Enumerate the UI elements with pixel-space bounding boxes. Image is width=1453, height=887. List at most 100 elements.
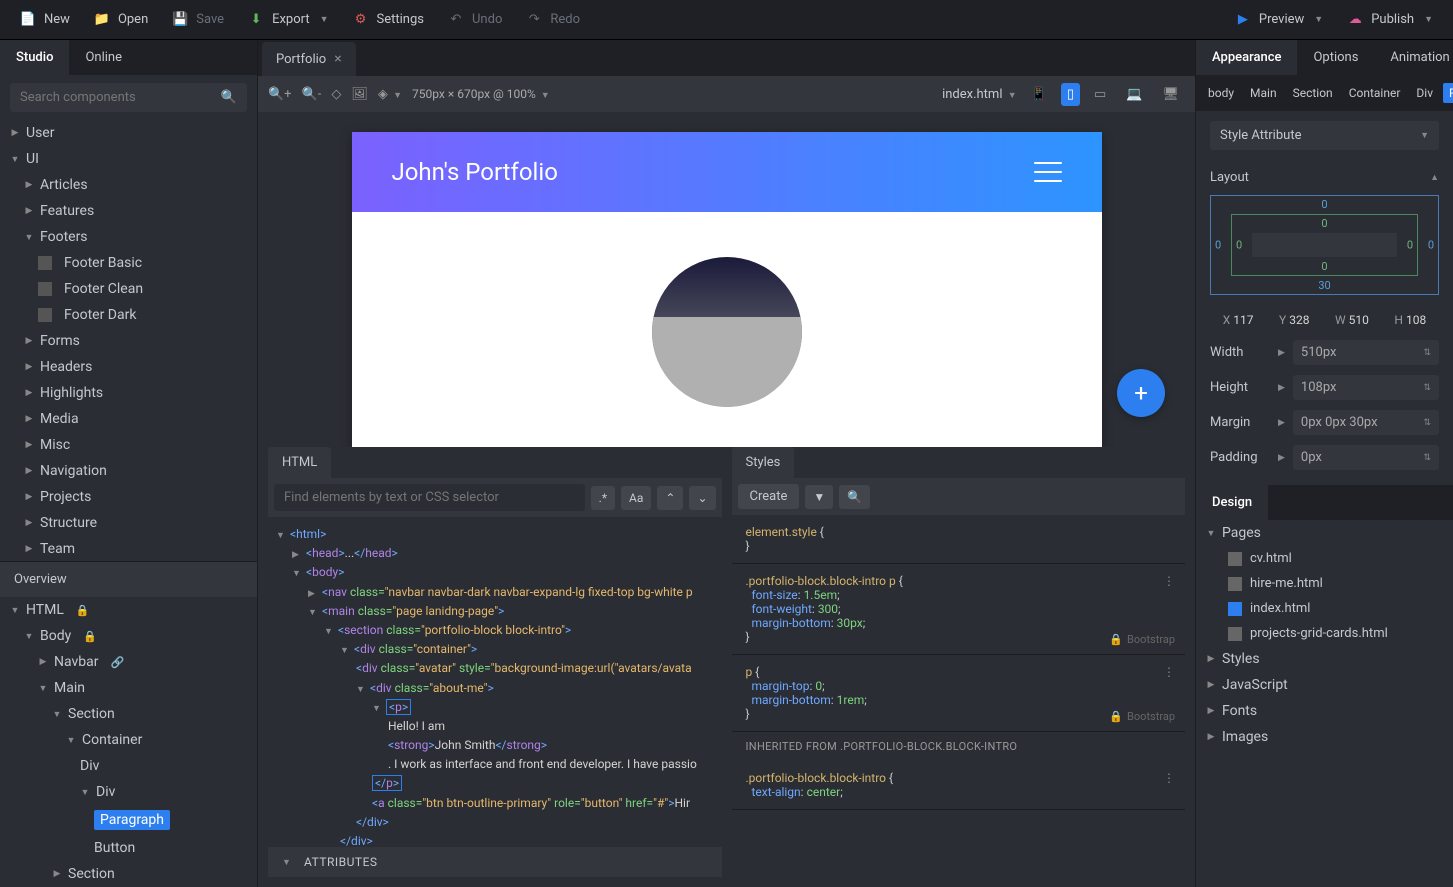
crumb-div[interactable]: Div	[1410, 83, 1439, 103]
tree-features[interactable]: ▶Features	[0, 198, 257, 224]
down-button[interactable]: ⌄	[689, 486, 715, 510]
device-tablet-icon[interactable]: ▯	[1061, 83, 1080, 106]
options-tab[interactable]: Options	[1297, 40, 1374, 75]
page-hire[interactable]: hire-me.html	[1196, 571, 1453, 596]
crumb-paragraph[interactable]: Paragraph	[1443, 83, 1453, 103]
rotate-icon[interactable]: ◇	[331, 87, 341, 102]
appearance-tab[interactable]: Appearance	[1196, 40, 1297, 75]
page-cv[interactable]: cv.html	[1196, 546, 1453, 571]
ov-body[interactable]: ▼Body🔒	[0, 623, 257, 649]
ov-navbar[interactable]: ▶Navbar🔗	[0, 649, 257, 675]
device-tablet-land-icon[interactable]: ▭	[1088, 83, 1112, 106]
height-input[interactable]: 108px⇅	[1293, 375, 1439, 400]
fonts-section[interactable]: ▶Fonts	[1196, 698, 1453, 724]
crumb-container[interactable]: Container	[1343, 83, 1407, 103]
find-elements-input[interactable]	[274, 484, 585, 511]
design-tab[interactable]: Design	[1196, 485, 1268, 520]
js-section[interactable]: ▶JavaScript	[1196, 672, 1453, 698]
tree-projects[interactable]: ▶Projects	[0, 484, 257, 510]
tree-team[interactable]: ▶Team	[0, 536, 257, 561]
canvas[interactable]: John's Portfolio +	[258, 112, 1195, 447]
device-phone-icon[interactable]: 📱	[1025, 83, 1053, 106]
ov-section2[interactable]: ▶Section	[0, 861, 257, 887]
styles-tab[interactable]: Styles	[732, 447, 795, 478]
tree-headers[interactable]: ▶Headers	[0, 354, 257, 380]
redo-button[interactable]: ↷Redo	[516, 6, 590, 34]
undo-button[interactable]: ↶Undo	[438, 6, 512, 34]
create-dropdown[interactable]: ▼	[805, 485, 833, 509]
tree-footer-dark[interactable]: Footer Dark	[0, 302, 257, 328]
add-fab[interactable]: +	[1117, 369, 1165, 417]
online-tab[interactable]: Online	[69, 40, 138, 75]
create-button[interactable]: Create	[738, 484, 800, 509]
search-components-input[interactable]	[10, 83, 211, 112]
tree-misc[interactable]: ▶Misc	[0, 432, 257, 458]
ov-section[interactable]: ▼Section	[0, 701, 257, 727]
styles-section[interactable]: ▶Styles	[1196, 646, 1453, 672]
tree-navigation[interactable]: ▶Navigation	[0, 458, 257, 484]
export-button[interactable]: ⬇Export▼	[238, 6, 338, 34]
page-projects[interactable]: projects-grid-cards.html	[1196, 621, 1453, 646]
width-input[interactable]: 510px⇅	[1293, 340, 1439, 365]
tree-forms[interactable]: ▶Forms	[0, 328, 257, 354]
doc-tab-portfolio[interactable]: Portfolio×	[262, 42, 356, 76]
layout-header[interactable]: Layout▲	[1196, 160, 1453, 195]
images-section[interactable]: ▶Images	[1196, 724, 1453, 750]
settings-button[interactable]: ⚙Settings	[343, 6, 434, 34]
image-icon[interactable]: 🖼	[351, 87, 368, 102]
new-button[interactable]: 📄New	[10, 6, 80, 34]
tree-structure[interactable]: ▶Structure	[0, 510, 257, 536]
crumb-section[interactable]: Section	[1287, 83, 1339, 103]
preview-button[interactable]: ▶Preview▼	[1225, 6, 1333, 34]
padding-input[interactable]: 0px⇅	[1293, 445, 1439, 470]
ov-container[interactable]: ▼Container	[0, 727, 257, 753]
tree-articles[interactable]: ▶Articles	[0, 172, 257, 198]
animation-tab[interactable]: Animation	[1374, 40, 1453, 75]
tree-highlights[interactable]: ▶Highlights	[0, 380, 257, 406]
crumb-main[interactable]: Main	[1244, 83, 1283, 103]
attributes-section[interactable]: ▼ATTRIBUTES	[268, 847, 722, 877]
device-laptop-icon[interactable]: 💻	[1120, 83, 1148, 106]
html-code[interactable]: ▼<html> ▶<head>...</head> ▼<body> ▶<nav …	[268, 517, 722, 847]
pages-section[interactable]: ▼Pages	[1196, 520, 1453, 546]
case-button[interactable]: Aa	[621, 486, 651, 510]
tree-footer-clean[interactable]: Footer Clean	[0, 276, 257, 302]
zoom-out-icon[interactable]: 🔍-	[302, 87, 322, 102]
styles-search-icon[interactable]: 🔍	[839, 485, 870, 509]
save-button[interactable]: 💾Save	[162, 6, 234, 34]
search-icon[interactable]: 🔍	[211, 83, 247, 112]
tree-media[interactable]: ▶Media	[0, 406, 257, 432]
ov-paragraph[interactable]: Paragraph	[0, 805, 257, 835]
regex-button[interactable]: .*	[591, 486, 615, 510]
tree-user[interactable]: ▶User	[0, 120, 257, 146]
up-button[interactable]: ⌃	[657, 486, 683, 510]
style-attribute-dropdown[interactable]: Style Attribute▼	[1210, 121, 1439, 150]
open-button[interactable]: 📁Open	[84, 6, 158, 34]
more-icon[interactable]: ⋮	[1163, 665, 1175, 679]
tree-footers[interactable]: ▼Footers	[0, 224, 257, 250]
tree-ui[interactable]: ▼UI	[0, 146, 257, 172]
layers-icon[interactable]: ◈ ▼	[378, 87, 402, 102]
more-icon[interactable]: ⋮	[1163, 771, 1175, 785]
ov-div2[interactable]: ▼Div	[0, 779, 257, 805]
studio-tab[interactable]: Studio	[0, 40, 69, 75]
publish-button[interactable]: ☁Publish▼	[1337, 6, 1443, 34]
more-icon[interactable]: ⋮	[1163, 574, 1175, 588]
file-dropdown[interactable]: index.html ▼	[942, 87, 1017, 102]
crumb-body[interactable]: body	[1202, 83, 1240, 103]
ov-button[interactable]: Button	[0, 835, 257, 861]
tree-footer-basic[interactable]: Footer Basic	[0, 250, 257, 276]
ov-div[interactable]: Div	[0, 753, 257, 779]
device-desktop-icon[interactable]: 🖥	[1156, 83, 1185, 106]
ov-main[interactable]: ▼Main	[0, 675, 257, 701]
zoom-in-icon[interactable]: 🔍+	[268, 87, 292, 102]
close-icon[interactable]: ×	[334, 51, 341, 67]
page-index[interactable]: index.html	[1196, 596, 1453, 621]
ov-html[interactable]: ▼HTML🔒	[0, 597, 257, 623]
box-model[interactable]: 0 30 0 0 0 0 0 0	[1196, 195, 1453, 305]
menu-icon[interactable]	[1034, 162, 1062, 182]
html-tab[interactable]: HTML	[268, 447, 331, 478]
lock-icon: 🔒	[76, 604, 90, 617]
styles-code[interactable]: element.style {} ⋮ .portfolio-block.bloc…	[732, 515, 1186, 877]
margin-input[interactable]: 0px 0px 30px⇅	[1293, 410, 1439, 435]
